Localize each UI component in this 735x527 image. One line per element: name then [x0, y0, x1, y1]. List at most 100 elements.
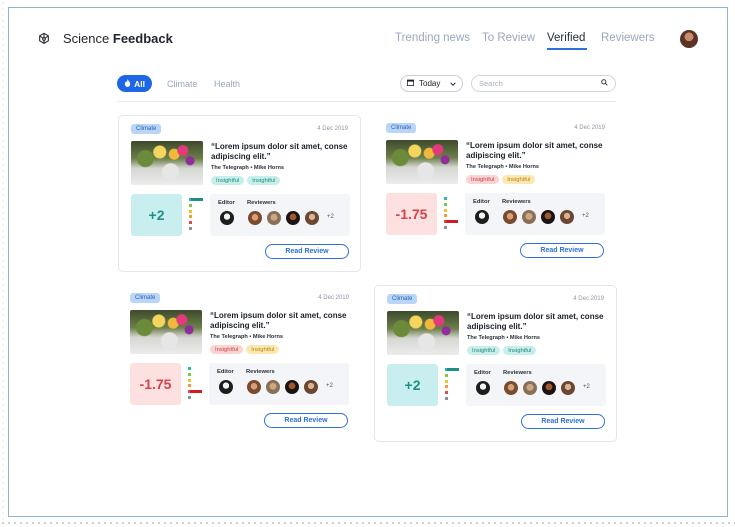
openai-logo-icon[interactable]	[36, 31, 52, 47]
reviewer-avatar[interactable]	[504, 381, 518, 395]
read-review-button[interactable]: Read Review	[521, 414, 605, 429]
user-avatar[interactable]	[680, 30, 698, 48]
score-badge: +2	[131, 194, 182, 236]
reviewer-avatar[interactable]	[522, 210, 536, 224]
brand-bold: Feedback	[112, 31, 173, 46]
reviewer-avatar[interactable]	[304, 380, 318, 394]
editor-label: Editor	[217, 369, 234, 375]
tag-badge: Insightful	[466, 175, 500, 184]
meter-segment	[188, 372, 191, 376]
reviewer-avatar[interactable]	[248, 211, 262, 225]
filter-all-chip[interactable]: All	[117, 75, 152, 92]
editor-avatar[interactable]	[219, 380, 233, 394]
date-select[interactable]: Today	[400, 75, 463, 92]
reviewer-avatar[interactable]	[266, 380, 280, 394]
read-review-button[interactable]: Read Review	[264, 413, 348, 428]
review-card[interactable]: Climate 4 Dec 2019 “Lorem ipsum dolor si…	[118, 115, 361, 272]
article-thumbnail[interactable]	[386, 140, 458, 184]
article-thumbnail[interactable]	[131, 141, 203, 185]
nav-active-indicator	[547, 48, 587, 50]
reviewer-avatar[interactable]	[542, 381, 556, 395]
tag-list: Insightful Insightful	[211, 176, 281, 185]
search-icon[interactable]	[601, 79, 608, 88]
chevron-down-icon	[450, 79, 456, 88]
topic-badge[interactable]: Climate	[130, 293, 161, 303]
background-dots-bottom	[0, 520, 735, 527]
reviewer-avatar[interactable]	[285, 380, 299, 394]
tag-badge: Insightful	[211, 176, 245, 185]
meter-segment	[445, 379, 448, 383]
search-box	[471, 75, 616, 92]
filter-divider	[117, 101, 616, 102]
nav-to-review[interactable]: To Review	[482, 32, 535, 44]
credibility-meter-icon	[189, 198, 205, 232]
tag-list: Insightful Insightful	[210, 345, 280, 354]
editor-label: Editor	[474, 370, 491, 376]
card-date: 4 Dec 2019	[573, 296, 604, 302]
reviewer-avatar[interactable]	[247, 380, 261, 394]
meter-indicator	[191, 198, 203, 201]
more-reviewers-count[interactable]: +2	[327, 214, 334, 220]
reviewer-avatar[interactable]	[541, 210, 555, 224]
nav-verified[interactable]: Verified	[547, 32, 585, 44]
meter-segment	[189, 215, 192, 219]
reviewer-avatar[interactable]	[560, 210, 574, 224]
meter-segment	[188, 396, 191, 399]
article-thumbnail[interactable]	[387, 311, 459, 355]
more-reviewers-count[interactable]: +2	[326, 383, 333, 389]
score-badge: -1.75	[130, 363, 181, 405]
article-headline[interactable]: “Lorem ipsum dolor sit amet, conse adipi…	[210, 311, 355, 330]
article-thumbnail[interactable]	[130, 310, 202, 354]
meter-segment	[189, 221, 192, 225]
editor-label: Editor	[473, 199, 490, 205]
reviewers-label: Reviewers	[502, 199, 531, 205]
tag-badge: Insightful	[503, 346, 537, 355]
topic-badge[interactable]: Climate	[131, 124, 162, 134]
article-headline[interactable]: “Lorem ipsum dolor sit amet, conse adipi…	[211, 142, 356, 161]
filter-climate[interactable]: Climate	[167, 79, 198, 89]
brand-title[interactable]: Science Feedback	[63, 31, 173, 46]
card-date: 4 Dec 2019	[317, 126, 348, 132]
review-card[interactable]: Climate 4 Dec 2019 “Lorem ipsum dolor si…	[374, 115, 617, 272]
filter-all-label: All	[134, 78, 145, 89]
meter-indicator	[190, 390, 202, 394]
reviewers-label: Reviewers	[247, 200, 276, 206]
reviewer-avatar[interactable]	[561, 381, 575, 395]
meter-segment	[444, 226, 447, 229]
credibility-meter-icon	[188, 367, 204, 401]
editor-label: Editor	[218, 200, 235, 206]
filter-health[interactable]: Health	[214, 79, 240, 89]
editor-avatar[interactable]	[220, 211, 234, 225]
read-review-button[interactable]: Read Review	[265, 244, 349, 259]
review-card[interactable]: Climate 4 Dec 2019 “Lorem ipsum dolor si…	[118, 285, 361, 442]
reviewers-panel: Editor Reviewers +2	[466, 364, 606, 406]
meter-segment	[188, 378, 191, 382]
reviewers-label: Reviewers	[503, 370, 532, 376]
reviewers-panel: Editor Reviewers +2	[210, 194, 350, 236]
meter-segment	[445, 391, 448, 395]
nav-reviewers[interactable]: Reviewers	[601, 32, 655, 44]
read-review-button[interactable]: Read Review	[520, 243, 604, 258]
reviewer-avatar[interactable]	[267, 211, 281, 225]
search-input[interactable]	[479, 79, 589, 88]
meter-segment	[189, 209, 192, 213]
tag-list: Insightful Insightful	[466, 175, 536, 184]
topic-badge[interactable]: Climate	[386, 123, 417, 133]
reviewer-avatar[interactable]	[503, 210, 517, 224]
tag-badge: Insightful	[246, 345, 280, 354]
reviewer-avatar[interactable]	[305, 211, 319, 225]
article-headline[interactable]: “Lorem ipsum dolor sit amet, conse adipi…	[467, 312, 612, 331]
article-headline[interactable]: “Lorem ipsum dolor sit amet, conse adipi…	[466, 141, 611, 160]
review-card[interactable]: Climate 4 Dec 2019 “Lorem ipsum dolor si…	[374, 285, 617, 442]
topic-badge[interactable]: Climate	[387, 294, 418, 304]
meter-segment	[188, 384, 191, 388]
editor-avatar[interactable]	[476, 381, 490, 395]
score-badge: +2	[387, 364, 438, 406]
editor-avatar[interactable]	[475, 210, 489, 224]
reviewer-avatar[interactable]	[286, 211, 300, 225]
reviewer-avatar[interactable]	[523, 381, 537, 395]
more-reviewers-count[interactable]: +2	[583, 384, 590, 390]
nav-trending-news[interactable]: Trending news	[395, 32, 470, 44]
app-frame	[8, 7, 728, 517]
more-reviewers-count[interactable]: +2	[582, 213, 589, 219]
